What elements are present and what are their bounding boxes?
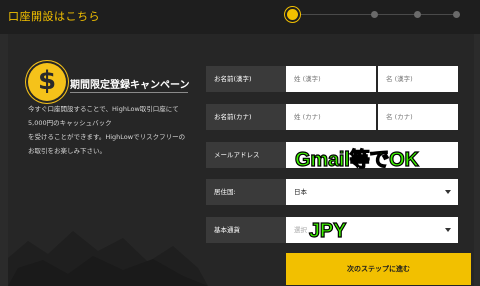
last-name-kana-input[interactable]: 姓 (カナ) <box>286 104 376 130</box>
currency-annotation: JPY <box>308 219 347 242</box>
last-name-kanji-input[interactable]: 姓 (漢字) <box>286 66 376 92</box>
email-label: メールアドレス <box>206 142 288 168</box>
promo-divider <box>70 92 188 93</box>
page-title: 口座開設はこちら <box>8 10 100 23</box>
email-annotation: Gmail等でOK <box>294 148 419 171</box>
dollar-coin-icon: $ <box>28 63 66 101</box>
promo-title: 期間限定登録キャンペーン <box>70 80 190 91</box>
name-kanji-label: お名前(漢字) <box>206 66 288 92</box>
step-progress <box>287 9 460 21</box>
promo-line: 5,000円のキャッシュバック <box>28 119 112 127</box>
top-bar: 口座開設はこちら <box>0 0 480 34</box>
next-step-button[interactable]: 次のステップに進む <box>286 253 471 285</box>
promo-description: 今すぐ口座開設することで、HighLow取引口座にて 5,000円のキャッシュバ… <box>28 102 194 158</box>
first-name-kanji-input[interactable]: 名 (漢字) <box>378 66 458 92</box>
promo-line: を受けることができます。HighLowでリスクフリーの <box>28 133 186 141</box>
step-dot-icon-4 <box>453 11 460 18</box>
currency-value: 選択 <box>294 226 307 234</box>
chevron-down-icon <box>445 190 451 194</box>
country-select[interactable]: 日本 <box>286 179 458 205</box>
signup-panel: $ 期間限定登録キャンペーン 今すぐ口座開設することで、HighLow取引口座に… <box>8 34 474 286</box>
country-value: 日本 <box>294 188 307 196</box>
currency-label: 基本通貨 <box>206 217 288 243</box>
promo-line: お取引をお楽しみ下さい。 <box>28 147 106 155</box>
name-kana-label: お名前(カナ) <box>206 104 288 130</box>
step-dot-icon-1 <box>287 9 298 20</box>
promo-line: 今すぐ口座開設することで、HighLow取引口座にて <box>28 105 179 113</box>
country-label: 居住国: <box>206 179 288 205</box>
first-name-kana-input[interactable]: 名 (カナ) <box>378 104 458 130</box>
step-dot-icon-3 <box>414 11 421 18</box>
chevron-down-icon <box>445 228 451 232</box>
step-dot-icon-2 <box>371 11 378 18</box>
